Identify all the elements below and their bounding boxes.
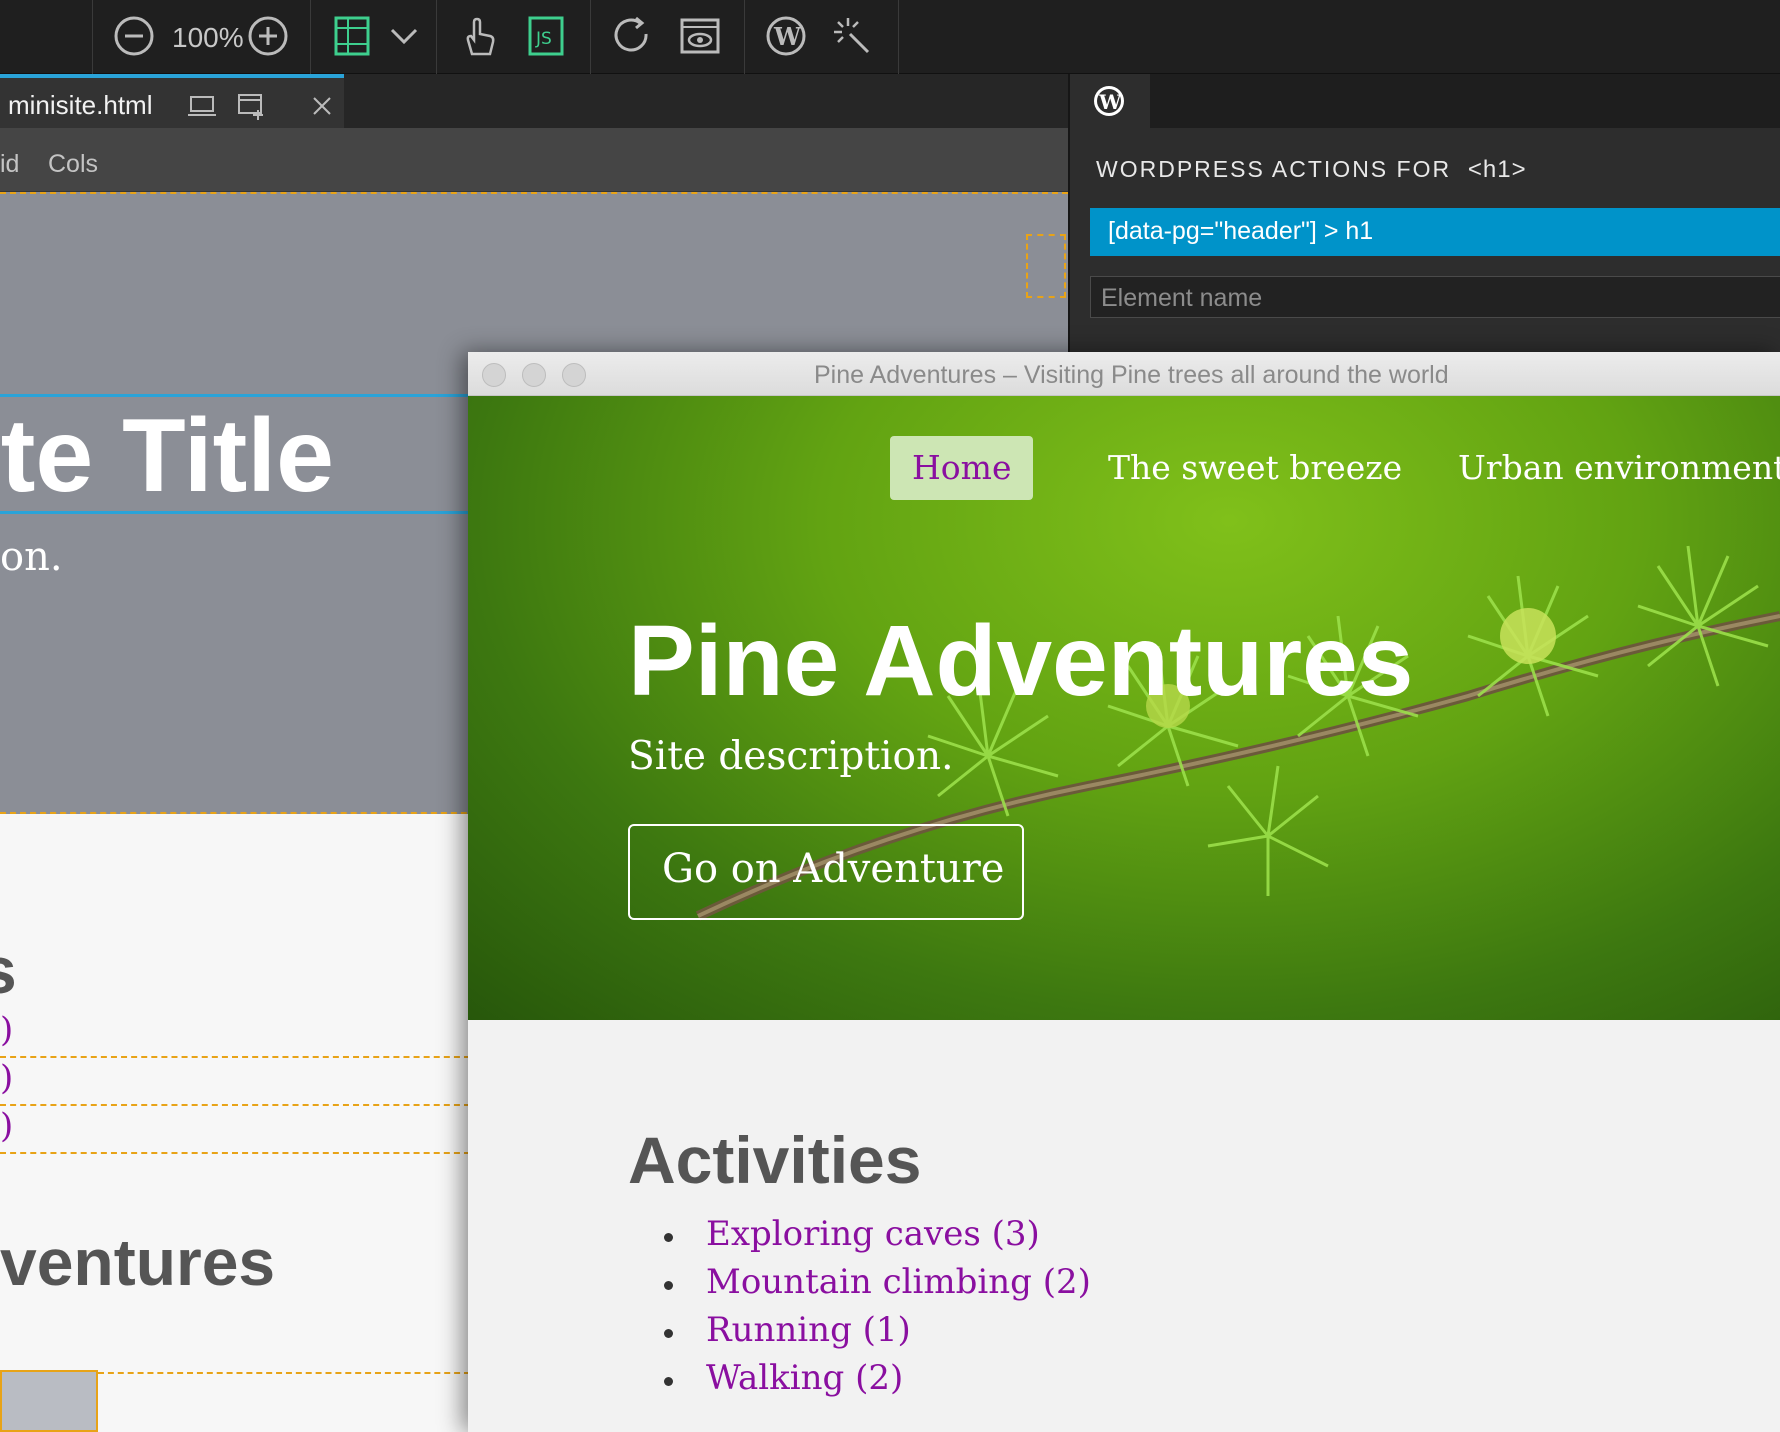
canvas-list-item-text: ) [0,1058,14,1098]
zoom-level[interactable]: 100% [172,22,244,54]
canvas-nav-placeholder[interactable] [1026,234,1066,298]
panel-heading-tag: <h1> [1467,156,1527,183]
toolbar-separator [436,0,437,74]
toolbar-separator [92,0,93,74]
main-toolbar: 100% JS W [0,0,1780,74]
wordpress-icon: W [1094,86,1124,116]
panel-heading-text: WORDPRESS ACTIONS FOR [1096,156,1452,182]
editor-subtoolbar: id Cols [0,128,1068,192]
window-zoom-button[interactable] [562,363,586,387]
laptop-icon[interactable] [186,90,218,122]
canvas-heading-adventures: ventures [0,1224,470,1300]
grid-icon[interactable] [330,14,374,58]
editor-tab-bar: minisite.html [0,74,1068,128]
nav-the-sweet-breeze[interactable]: The sweet breeze [1086,436,1424,500]
toolbar-separator [310,0,311,74]
activity-link[interactable]: Mountain climbing (2) [658,1262,1091,1310]
canvas-list-item[interactable]: ) [0,1058,470,1106]
nav-home[interactable]: Home [890,436,1034,500]
canvas-site-description: on. [0,534,63,580]
site-header: Home The sweet breeze Urban environments… [468,396,1780,1020]
tab-wordpress[interactable]: W [1070,74,1150,128]
magic-wand-icon[interactable] [830,14,874,58]
preview-window: Pine Adventures – Visiting Pine trees al… [468,352,1780,1432]
tab-filename: minisite.html [8,90,153,120]
site-description: Site description. [628,734,954,779]
js-icon[interactable]: JS [524,14,568,58]
activities-heading: Activities [628,1123,922,1197]
canvas-heading-adventures-text: ventures [0,1225,276,1299]
window-titlebar: Pine Adventures – Visiting Pine trees al… [468,352,1780,396]
go-on-adventure-button[interactable]: Go on Adventure [628,824,1024,920]
toolbar-separator [898,0,899,74]
canvas-list-item-text: ) [0,1106,14,1146]
element-name-field[interactable]: Element name [1090,276,1780,318]
window-close-button[interactable] [482,363,506,387]
window-title: Pine Adventures – Visiting Pine trees al… [814,361,1449,389]
canvas-list-item[interactable]: ) [0,1010,470,1058]
canvas-heading: s [0,932,17,1008]
grid-toggle[interactable]: id [0,150,19,179]
canvas-list-item[interactable]: ) [0,1106,470,1154]
panel-tab-bar: W [1070,74,1780,128]
zoom-in-icon[interactable] [246,14,290,58]
chevron-down-icon[interactable] [382,14,426,58]
preview-icon[interactable] [678,14,722,58]
wordpress-icon[interactable]: W [764,14,808,58]
close-icon[interactable] [306,90,338,122]
zoom-out-icon[interactable] [112,14,156,58]
canvas-list-item-text: ) [0,1010,14,1050]
svg-text:W: W [1098,90,1122,114]
refresh-icon[interactable] [610,14,654,58]
activities-list: Exploring caves (3) Mountain climbing (2… [658,1214,1091,1406]
activity-link[interactable]: Running (1) [658,1310,1091,1358]
cols-toggle[interactable]: Cols [48,150,98,179]
new-window-icon[interactable] [236,90,268,122]
window-minimize-button[interactable] [522,363,546,387]
toolbar-separator [590,0,591,74]
element-selector[interactable]: [data-pg="header"] > h1 [1090,208,1780,256]
toolbar-separator [744,0,745,74]
hand-pointer-icon[interactable] [456,14,500,58]
svg-text:W: W [773,22,802,51]
svg-text:JS: JS [535,29,552,49]
canvas-selected-h1[interactable]: ite Title [0,394,520,514]
canvas-guide-line [98,1372,470,1374]
nav-urban-environments[interactable]: Urban environments [1436,436,1780,500]
tab-minisite[interactable]: minisite.html [0,74,344,128]
activity-link[interactable]: Walking (2) [658,1358,1091,1406]
canvas-image-thumbnail[interactable] [0,1370,98,1432]
canvas-site-title: ite Title [0,398,334,514]
panel-heading: WORDPRESS ACTIONS FOR <h1> [1096,156,1527,184]
site-title: Pine Adventures [628,605,1414,717]
activity-link[interactable]: Exploring caves (3) [658,1214,1091,1262]
